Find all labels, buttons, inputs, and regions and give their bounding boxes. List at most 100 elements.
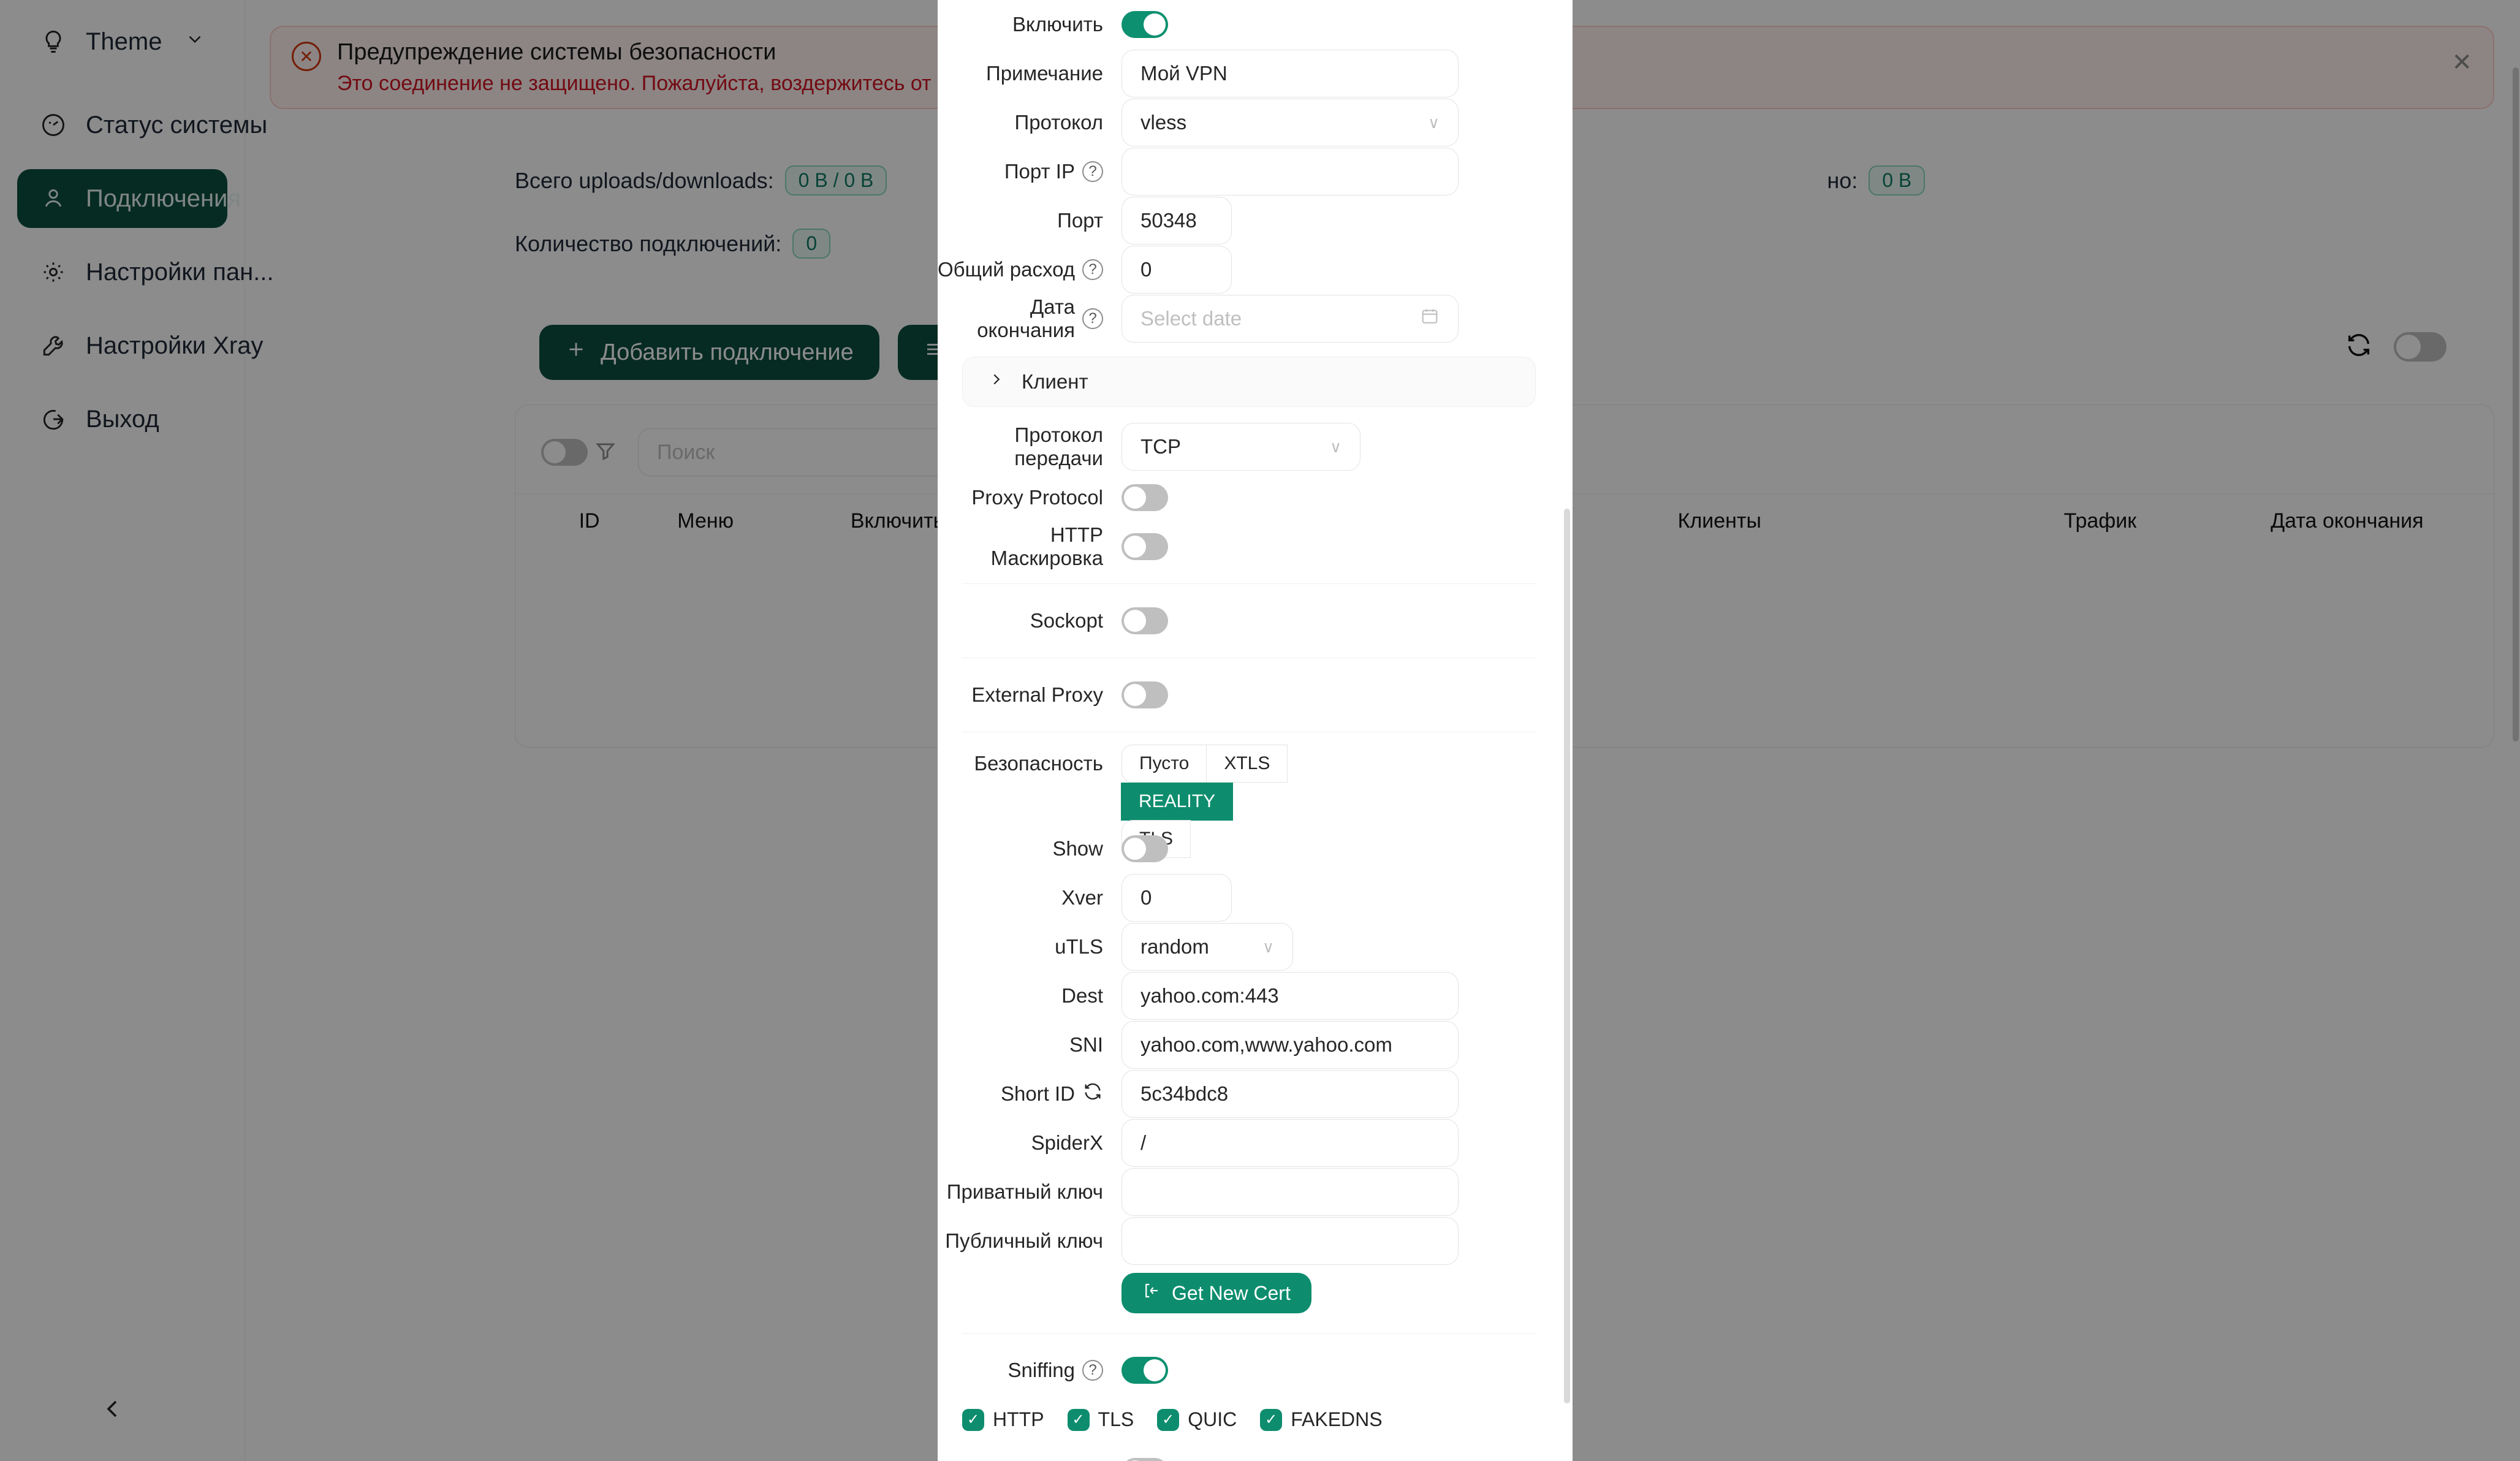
- help-icon[interactable]: ?: [1082, 161, 1103, 182]
- get-cert-row: Get New Cert: [938, 1266, 1536, 1321]
- remark-label: Примечание: [985, 62, 1103, 85]
- sockopt-label: Sockopt: [1030, 609, 1103, 632]
- checkbox-checked-icon: ✓: [962, 1408, 984, 1431]
- help-icon[interactable]: ?: [1082, 259, 1103, 280]
- inbound-form: Включить Примечание Мой VPN Протокол vle…: [938, 0, 1573, 1461]
- field-http-mask: HTTP Маскировка: [938, 522, 1536, 571]
- field-security: Безопасность Пусто XTLS REALITY TLS: [938, 745, 1536, 858]
- security-option-xtls[interactable]: XTLS: [1206, 745, 1288, 783]
- xver-label: Xver: [1061, 886, 1103, 909]
- field-public-key: Публичный ключ: [938, 1216, 1536, 1266]
- protocol-value: vless: [1140, 111, 1187, 134]
- field-private-key: Приватный ключ: [938, 1167, 1536, 1216]
- http-mask-toggle[interactable]: [1121, 533, 1168, 560]
- utls-select[interactable]: random ∨: [1121, 923, 1293, 971]
- modal-scrollbar[interactable]: [1563, 0, 1571, 1461]
- client-panel-label: Клиент: [1022, 370, 1088, 393]
- field-proxy-protocol: Proxy Protocol: [938, 473, 1536, 522]
- http-mask-label: HTTP Маскировка: [990, 523, 1103, 569]
- sniffing-options: ✓ HTTP ✓ TLS ✓ QUIC ✓ FAKEDNS: [938, 1408, 1536, 1431]
- enable-toggle[interactable]: [1121, 11, 1168, 38]
- sniff-option-label: TLS: [1098, 1408, 1134, 1430]
- expiry-placeholder: Select date: [1140, 307, 1242, 330]
- ip-port-label: Порт IP ?: [938, 160, 1121, 183]
- utls-label: uTLS: [1055, 935, 1103, 958]
- sniff-option-quic[interactable]: ✓ QUIC: [1157, 1408, 1237, 1431]
- checkbox-checked-icon: ✓: [1157, 1408, 1180, 1431]
- protocol-label: Протокол: [1014, 111, 1104, 134]
- sniff-option-fakedns[interactable]: ✓ FAKEDNS: [1260, 1408, 1383, 1431]
- sniff-option-http[interactable]: ✓ HTTP: [962, 1408, 1044, 1431]
- chevron-down-icon: ∨: [1329, 437, 1342, 456]
- expiry-text: Дата окончания: [977, 295, 1075, 341]
- chevron-down-icon: ∨: [1427, 113, 1440, 132]
- sniff-option-tls[interactable]: ✓ TLS: [1067, 1408, 1134, 1431]
- show-toggle[interactable]: [1121, 835, 1168, 862]
- field-external-proxy: External Proxy: [938, 670, 1536, 719]
- field-protocol: Протокол vless ∨: [938, 98, 1536, 147]
- private-key-label: Приватный ключ: [946, 1180, 1103, 1203]
- remark-input[interactable]: Мой VPN: [1121, 50, 1459, 97]
- transmission-value: TCP: [1140, 435, 1181, 458]
- security-option-empty[interactable]: Пусто: [1121, 745, 1207, 783]
- external-proxy-label: External Proxy: [971, 683, 1103, 706]
- protocol-select[interactable]: vless ∨: [1121, 99, 1459, 146]
- field-xver: Xver 0: [938, 873, 1536, 922]
- sniffing-text: Sniffing: [1008, 1359, 1075, 1381]
- refresh-icon[interactable]: [1082, 1081, 1103, 1107]
- sockopt-toggle[interactable]: [1121, 607, 1168, 634]
- field-spiderx: SpiderX /: [938, 1118, 1536, 1167]
- app-root: Theme Статус системы Подключения Настрой…: [0, 0, 2520, 1461]
- field-sni: SNI yahoo.com,www.yahoo.com: [938, 1020, 1536, 1069]
- checkbox-checked-icon: ✓: [1067, 1408, 1090, 1431]
- port-label: Порт: [1057, 209, 1103, 232]
- spiderx-label: SpiderX: [1031, 1131, 1103, 1154]
- chevron-down-icon: ∨: [1262, 937, 1274, 956]
- sniffing-toggle[interactable]: [1121, 1357, 1168, 1384]
- port-input[interactable]: 50348: [1121, 197, 1232, 245]
- dest-input[interactable]: yahoo.com:443: [1121, 972, 1459, 1020]
- help-icon[interactable]: ?: [1082, 1360, 1103, 1381]
- short-id-text: Short ID: [1000, 1082, 1075, 1105]
- utls-value: random: [1140, 935, 1209, 958]
- transmission-label: Протокол передачи: [1014, 423, 1103, 469]
- public-key-label: Публичный ключ: [945, 1229, 1103, 1252]
- short-id-input[interactable]: 5c34bdc8: [1121, 1070, 1459, 1118]
- security-option-reality[interactable]: REALITY: [1121, 783, 1234, 821]
- sniff-option-label: HTTP: [993, 1408, 1044, 1430]
- total-flow-label: Общий расход ?: [938, 258, 1121, 281]
- spiderx-input[interactable]: /: [1121, 1119, 1459, 1167]
- divider: [962, 583, 1536, 584]
- checkbox-checked-icon: ✓: [1260, 1408, 1283, 1431]
- import-icon: [1142, 1281, 1161, 1305]
- transmission-select[interactable]: TCP ∨: [1121, 423, 1361, 471]
- help-icon[interactable]: ?: [1082, 308, 1103, 329]
- xver-input[interactable]: 0: [1121, 874, 1232, 922]
- sniffing-label: Sniffing ?: [938, 1359, 1121, 1382]
- enable-label: Включить: [1012, 13, 1103, 36]
- ip-port-text: Порт IP: [1004, 160, 1075, 183]
- field-sniffing: Sniffing ?: [938, 1346, 1536, 1395]
- field-dest: Dest yahoo.com:443: [938, 971, 1536, 1020]
- short-id-label: Short ID: [938, 1081, 1121, 1107]
- client-collapse-panel[interactable]: Клиент: [962, 357, 1536, 407]
- chevron-right-icon: [987, 370, 1006, 393]
- field-remark: Примечание Мой VPN: [938, 49, 1536, 98]
- external-proxy-toggle[interactable]: [1121, 681, 1168, 708]
- dest-label: Dest: [1061, 984, 1103, 1007]
- total-flow-input[interactable]: 0: [1121, 246, 1232, 294]
- sni-input[interactable]: yahoo.com,www.yahoo.com: [1121, 1021, 1459, 1069]
- metadata-only-toggle[interactable]: [1121, 1458, 1168, 1461]
- get-new-cert-label: Get New Cert: [1172, 1281, 1291, 1304]
- field-metadata-only: Metadata Only: [938, 1447, 1536, 1461]
- get-new-cert-button[interactable]: Get New Cert: [1121, 1273, 1311, 1313]
- inbound-settings-modal: Включить Примечание Мой VPN Протокол vle…: [938, 0, 1573, 1461]
- sniff-option-label: FAKEDNS: [1291, 1408, 1383, 1430]
- private-key-input[interactable]: [1121, 1168, 1459, 1216]
- expiry-date-picker[interactable]: Select date: [1121, 295, 1459, 343]
- public-key-input[interactable]: [1121, 1217, 1459, 1265]
- proxy-protocol-toggle[interactable]: [1121, 484, 1168, 511]
- sni-label: SNI: [1069, 1033, 1103, 1056]
- ip-port-input[interactable]: [1121, 148, 1459, 195]
- sniff-option-label: QUIC: [1188, 1408, 1237, 1430]
